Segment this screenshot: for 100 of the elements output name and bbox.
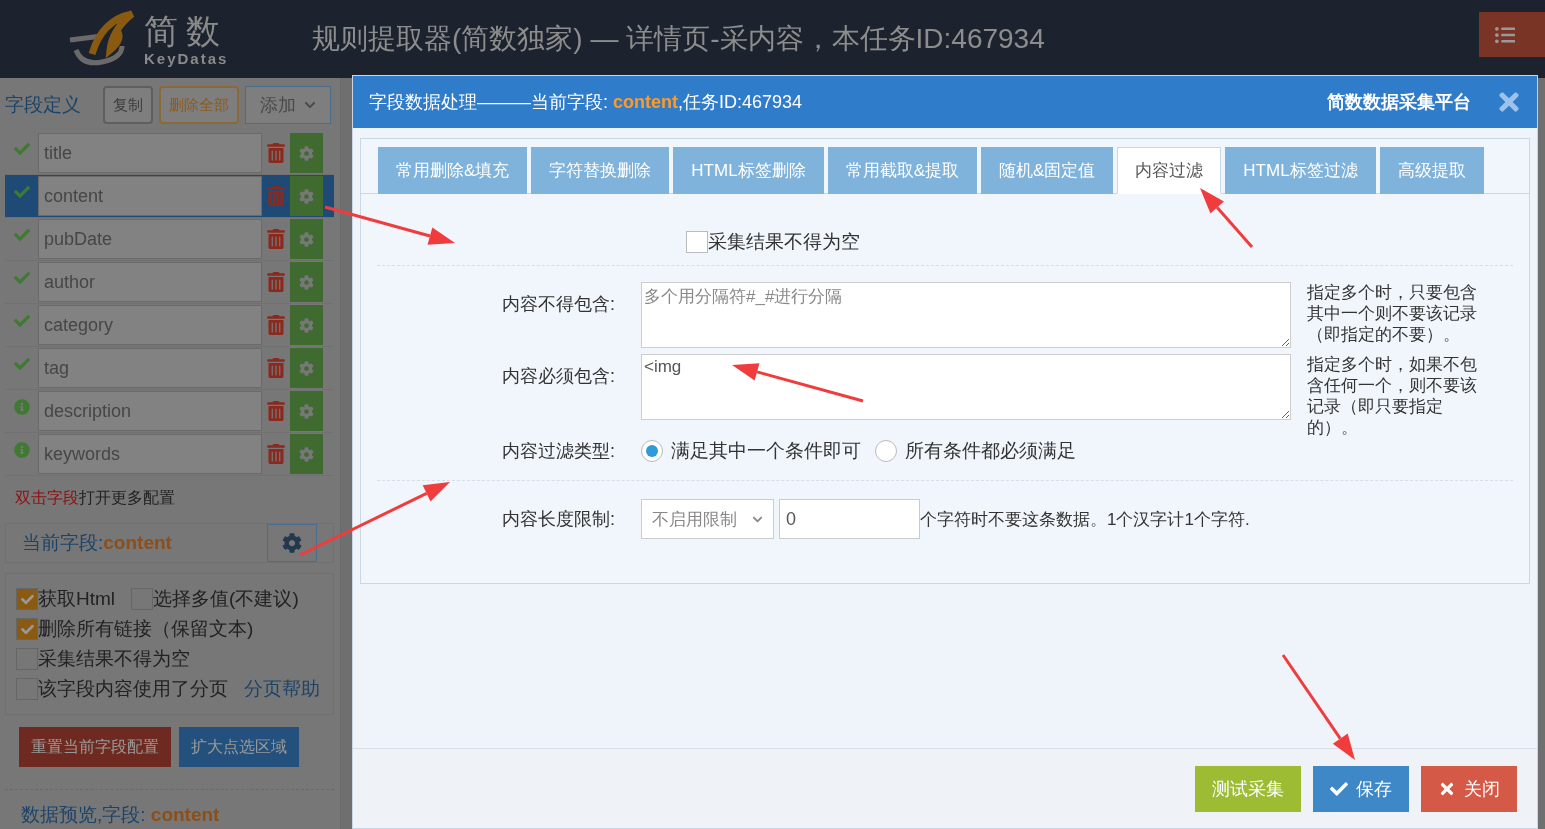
field-name-input[interactable]: category bbox=[38, 305, 262, 345]
tab[interactable]: HTML标签过滤 bbox=[1225, 147, 1376, 194]
text-area[interactable]: 多个用分隔符#_#进行分隔 bbox=[641, 282, 1291, 348]
field-row[interactable]: pubDate bbox=[5, 218, 334, 261]
field-row[interactable]: title bbox=[5, 132, 334, 175]
tab[interactable]: 高级提取 bbox=[1379, 147, 1484, 194]
text-area[interactable]: <img bbox=[641, 354, 1291, 420]
settings-button[interactable] bbox=[290, 348, 323, 388]
help-note: 指定多个时，如果不包含任何一个，则不要该记录（即只要指定的）。 bbox=[1307, 354, 1478, 438]
check-icon bbox=[13, 141, 30, 157]
trash-icon bbox=[266, 401, 286, 421]
gear-icon bbox=[299, 231, 314, 247]
trash-icon bbox=[266, 444, 286, 464]
field-name-input[interactable]: description bbox=[38, 391, 262, 431]
check-icon bbox=[13, 184, 30, 200]
trash-icon bbox=[266, 272, 286, 292]
settings-button[interactable] bbox=[290, 176, 323, 216]
trash-icon bbox=[266, 315, 286, 335]
settings-button[interactable] bbox=[290, 391, 323, 431]
radio-option[interactable]: 所有条件都必须满足 bbox=[875, 438, 1076, 464]
list-button[interactable] bbox=[1479, 12, 1545, 57]
settings-button[interactable] bbox=[290, 434, 323, 474]
help-link[interactable]: 分页帮助 bbox=[244, 676, 320, 702]
settings-button[interactable] bbox=[290, 305, 323, 345]
gear-icon bbox=[282, 533, 302, 553]
expand-button[interactable]: 扩大点选区域 bbox=[179, 727, 299, 767]
tab[interactable]: 常用删除&填充 bbox=[378, 147, 528, 194]
info-icon bbox=[13, 399, 30, 415]
chevron-icon bbox=[304, 99, 316, 111]
field-name-input[interactable]: keywords bbox=[38, 434, 262, 474]
field-name-input[interactable]: author bbox=[38, 262, 262, 302]
length-input[interactable]: 0 bbox=[779, 499, 920, 539]
field-name-input[interactable]: content bbox=[38, 176, 262, 216]
annotation-arrow bbox=[1200, 188, 1254, 248]
hint-text: 双击字段打开更多配置 bbox=[15, 488, 176, 508]
check-icon bbox=[13, 356, 30, 372]
not-empty-checkbox[interactable]: 采集结果不得为空 bbox=[686, 218, 860, 265]
field-label: 内容长度限制: bbox=[501, 508, 616, 531]
trash-icon bbox=[266, 358, 286, 378]
current-field-label: 当前字段:content bbox=[22, 531, 172, 555]
tab[interactable]: HTML标签删除 bbox=[673, 147, 824, 194]
gear-icon bbox=[299, 145, 314, 161]
option-checkbox[interactable]: 获取Html bbox=[16, 586, 116, 612]
page-title: 规则提取器(简数独家) — 详情页-采内容，本任务ID:467934 bbox=[312, 22, 1045, 56]
field-row[interactable]: category bbox=[5, 304, 334, 347]
gear-icon bbox=[299, 403, 314, 419]
field-name-input[interactable]: title bbox=[38, 133, 262, 173]
list-icon bbox=[1495, 24, 1515, 45]
toolbar-button[interactable]: 删除全部 bbox=[159, 86, 239, 124]
close-button[interactable]: 关闭 bbox=[1421, 765, 1517, 812]
check-icon bbox=[1330, 779, 1348, 798]
save-button[interactable]: 保存 bbox=[1313, 765, 1409, 812]
limit-select[interactable]: 不启用限制 bbox=[641, 499, 774, 539]
trash-icon bbox=[266, 143, 286, 163]
field-label: 内容必须包含: bbox=[501, 365, 616, 388]
section-title: 字段定义 bbox=[5, 93, 82, 117]
field-row[interactable]: description bbox=[5, 390, 334, 433]
tab[interactable]: 字符替换删除 bbox=[531, 147, 670, 194]
trash-icon bbox=[266, 186, 286, 206]
reset-button[interactable]: 重置当前字段配置 bbox=[19, 727, 171, 767]
field-label: 内容过滤类型: bbox=[501, 440, 616, 463]
brand-text: 简数数据采集平台 bbox=[1327, 91, 1471, 114]
tab[interactable]: 内容过滤 bbox=[1117, 147, 1222, 194]
settings-button[interactable] bbox=[290, 219, 323, 259]
field-row[interactable]: author bbox=[5, 261, 334, 304]
limit-suffix: 个字符时不要这条数据。1个汉字计1个字符. bbox=[920, 508, 1250, 531]
option-checkbox[interactable]: 采集结果不得为空 bbox=[16, 646, 190, 672]
gear-icon bbox=[299, 274, 314, 290]
gear-icon bbox=[299, 317, 314, 333]
logo-text: 简数 bbox=[144, 11, 229, 50]
info-icon bbox=[13, 442, 30, 458]
toolbar-button[interactable]: 复制 bbox=[103, 86, 153, 124]
preview-label: 数据预览,字段: content bbox=[5, 789, 334, 829]
trash-icon bbox=[266, 229, 286, 249]
option-checkbox[interactable]: 选择多值(不建议) bbox=[131, 586, 299, 612]
test-button[interactable]: 测试采集 bbox=[1195, 765, 1301, 812]
check-icon bbox=[20, 592, 34, 606]
settings-button[interactable] bbox=[267, 524, 317, 562]
help-note: 指定多个时，只要包含其中一个则不要该记录（即指定的不要）。 bbox=[1307, 282, 1478, 345]
field-name-input[interactable]: tag bbox=[38, 348, 262, 388]
option-checkbox[interactable]: 该字段内容使用了分页 bbox=[16, 676, 228, 702]
dialog-title: 字段数据处理———当前字段: content,任务ID:467934 bbox=[369, 91, 803, 114]
field-label: 内容不得包含: bbox=[501, 293, 616, 316]
check-icon bbox=[13, 227, 30, 243]
logo-subtext: KeyDatas bbox=[144, 49, 229, 67]
field-row[interactable]: content bbox=[5, 175, 334, 218]
check-icon bbox=[13, 270, 30, 286]
field-row[interactable]: keywords bbox=[5, 433, 334, 476]
gear-icon bbox=[299, 446, 314, 462]
option-checkbox[interactable]: 删除所有链接（保留文本) bbox=[16, 616, 254, 642]
field-row[interactable]: tag bbox=[5, 347, 334, 390]
radio-option[interactable]: 满足其中一个条件即可 bbox=[641, 438, 861, 464]
check-icon bbox=[13, 313, 30, 329]
gear-icon bbox=[299, 360, 314, 376]
tab[interactable]: 常用截取&提取 bbox=[827, 147, 977, 194]
gear-icon bbox=[299, 188, 314, 204]
tab[interactable]: 随机&固定值 bbox=[980, 147, 1114, 194]
field-name-input[interactable]: pubDate bbox=[38, 219, 262, 259]
settings-button[interactable] bbox=[290, 262, 323, 302]
settings-button[interactable] bbox=[290, 133, 323, 173]
